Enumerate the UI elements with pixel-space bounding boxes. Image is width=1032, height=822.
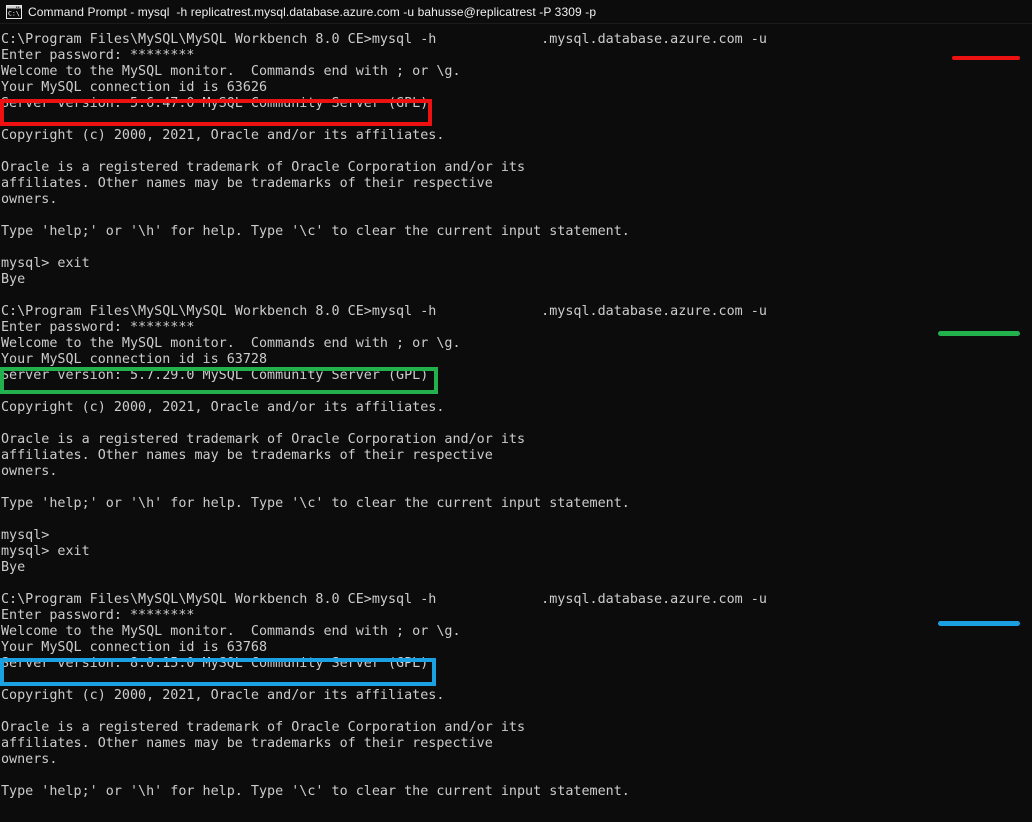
- console-line: Your MySQL connection id is 63768: [1, 640, 268, 655]
- console-line: owners.: [1, 192, 58, 207]
- console-line: C:\Program Files\MySQL\MySQL Workbench 8…: [1, 304, 1032, 319]
- console-line: Copyright (c) 2000, 2021, Oracle and/or …: [1, 400, 445, 415]
- console-line: Copyright (c) 2000, 2021, Oracle and/or …: [1, 688, 445, 703]
- console-line: Oracle is a registered trademark of Orac…: [1, 720, 526, 735]
- console-line: C:\Program Files\MySQL\MySQL Workbench 8…: [1, 592, 1032, 607]
- console-line: C:\Program Files\MySQL\MySQL Workbench 8…: [1, 32, 1032, 47]
- console-line: Server version: 5.6.47.0 MySQL Community…: [1, 96, 429, 111]
- console-line: Type 'help;' or '\h' for help. Type '\c'…: [1, 496, 630, 511]
- console-line: Oracle is a registered trademark of Orac…: [1, 432, 526, 447]
- console-line: mysql> exit: [1, 256, 90, 271]
- console-line: mysql>: [1, 528, 50, 543]
- console-line: Enter password: ********: [1, 48, 195, 63]
- console-line: Your MySQL connection id is 63626: [1, 80, 268, 95]
- console-text-buffer: C:\Program Files\MySQL\MySQL Workbench 8…: [1, 32, 1032, 800]
- console-line: Bye: [1, 272, 26, 287]
- svg-text:C:\: C:\: [8, 9, 20, 17]
- console-line: Welcome to the MySQL monitor. Commands e…: [1, 624, 461, 639]
- console-line: Type 'help;' or '\h' for help. Type '\c'…: [1, 784, 630, 799]
- console-line: Enter password: ********: [1, 608, 195, 623]
- console-line: Server version: 8.0.15.0 MySQL Community…: [1, 656, 429, 671]
- console-line: Bye: [1, 560, 26, 575]
- console-line: Copyright (c) 2000, 2021, Oracle and/or …: [1, 128, 445, 143]
- console-line: Oracle is a registered trademark of Orac…: [1, 160, 526, 175]
- console-line: Type 'help;' or '\h' for help. Type '\c'…: [1, 224, 630, 239]
- console-line: owners.: [1, 752, 58, 767]
- console-line: mysql> exit: [1, 544, 90, 559]
- console-line: affiliates. Other names may be trademark…: [1, 176, 493, 191]
- console-line: Your MySQL connection id is 63728: [1, 352, 268, 367]
- console-line: Server version: 5.7.29.0 MySQL Community…: [1, 368, 429, 383]
- console-line: Welcome to the MySQL monitor. Commands e…: [1, 336, 461, 351]
- console-line: affiliates. Other names may be trademark…: [1, 736, 493, 751]
- console-line: owners.: [1, 464, 58, 479]
- window-titlebar[interactable]: C:\ Command Prompt - mysql -h replicatre…: [0, 0, 1032, 24]
- window-title: Command Prompt - mysql -h replicatrest.m…: [28, 4, 597, 19]
- command-prompt-icon: C:\: [6, 4, 22, 20]
- console-output-area[interactable]: C:\Program Files\MySQL\MySQL Workbench 8…: [0, 24, 1032, 822]
- console-line: affiliates. Other names may be trademark…: [1, 448, 493, 463]
- console-line: Enter password: ********: [1, 320, 195, 335]
- console-line: Welcome to the MySQL monitor. Commands e…: [1, 64, 461, 79]
